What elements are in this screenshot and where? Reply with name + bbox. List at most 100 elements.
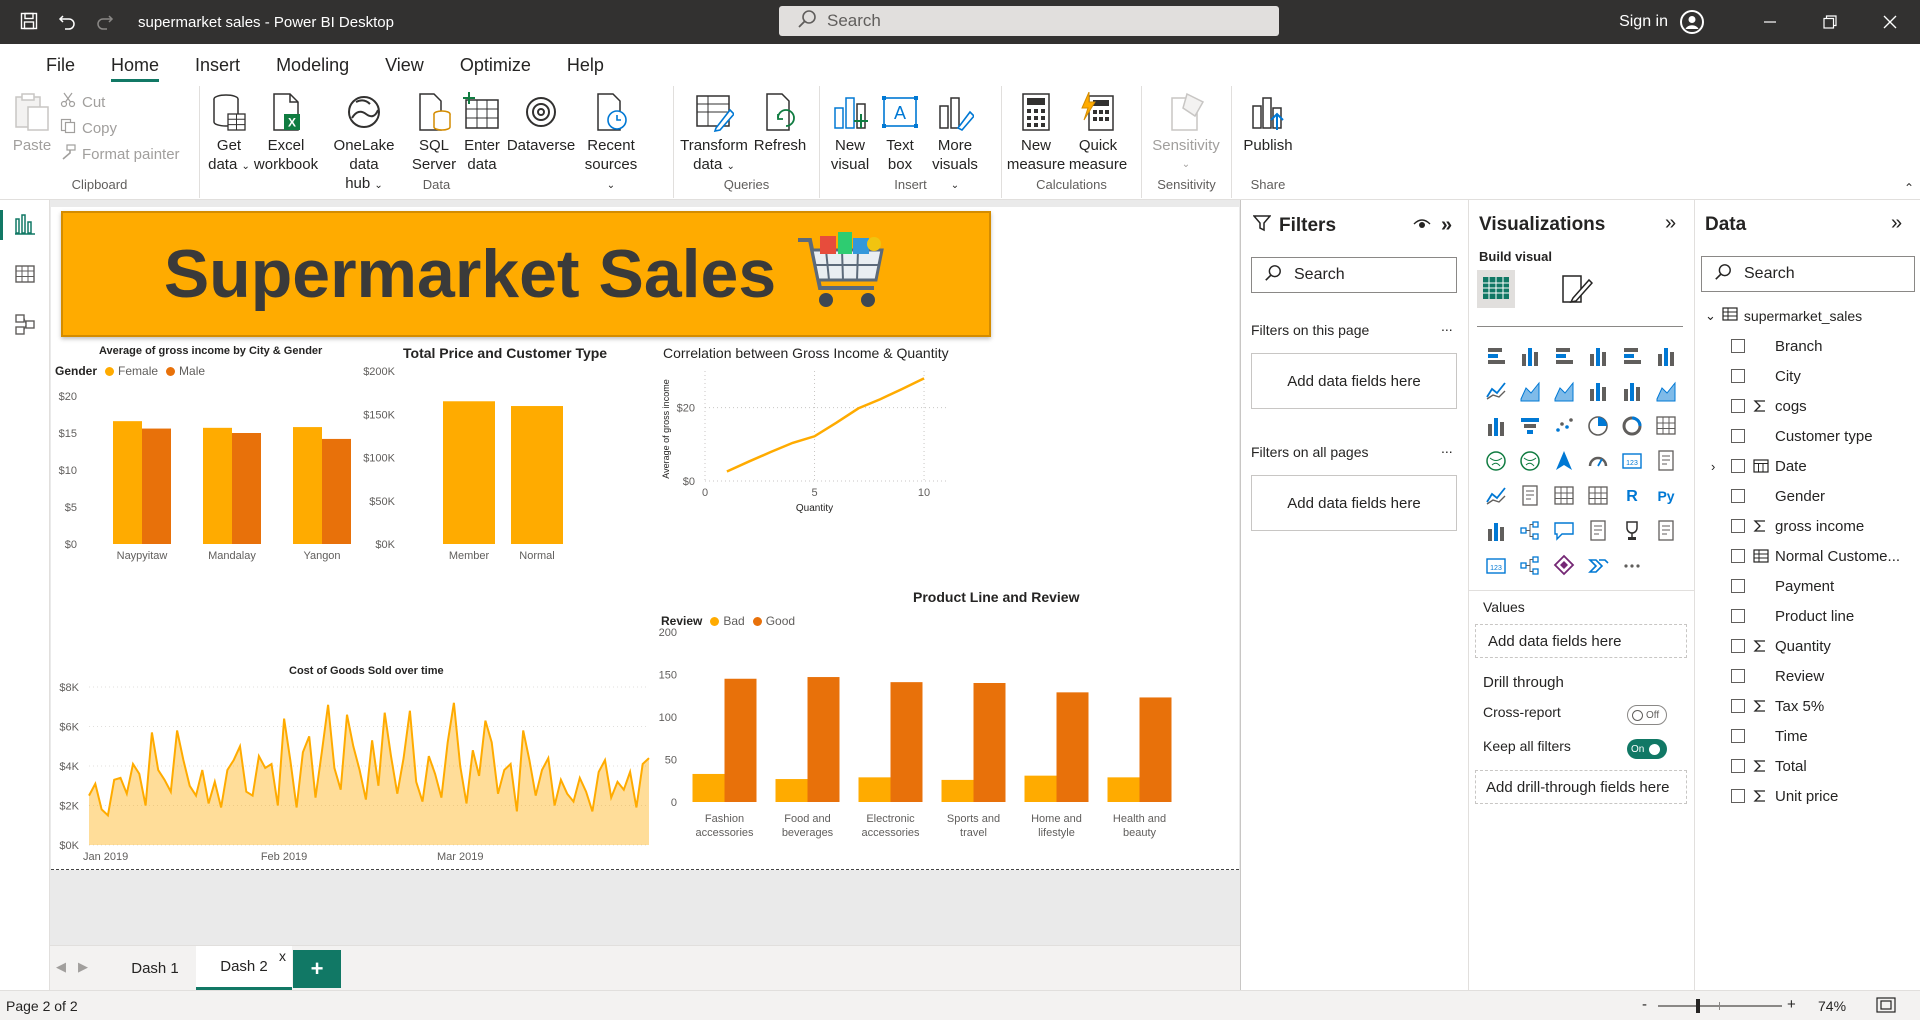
tab-optimize[interactable]: Optimize — [442, 44, 549, 86]
viz-type-area-icon[interactable] — [1513, 373, 1547, 408]
visual-product-review[interactable]: Product Line and Review Review Bad Good … — [659, 589, 1239, 867]
zoom-slider-thumb[interactable] — [1696, 999, 1700, 1013]
next-page-icon[interactable]: ▶ — [78, 959, 88, 975]
viz-type-paginated-icon[interactable] — [1649, 513, 1683, 548]
viz-type-line-column-icon[interactable] — [1581, 373, 1615, 408]
visual-total-price[interactable]: Total Price and Customer Type $200K $150K… — [355, 345, 663, 571]
global-search[interactable]: Search — [779, 6, 1279, 36]
field-unit-price[interactable]: Unit price — [1695, 781, 1920, 811]
undo-icon[interactable] — [58, 12, 76, 33]
field-checkbox[interactable] — [1731, 789, 1745, 803]
copy-button[interactable]: Copy — [60, 118, 180, 138]
filters-on-all-more[interactable]: ... — [1441, 440, 1453, 456]
viz-type-power-automate-alt-icon[interactable] — [1581, 548, 1615, 583]
sign-in-link[interactable]: Sign in — [1619, 13, 1668, 31]
visual-cogs[interactable]: Cost of Goods Sold over time $8K $6K $4K $2… — [55, 665, 655, 867]
field-checkbox[interactable] — [1731, 549, 1745, 563]
field-tax-5[interactable]: Tax 5% — [1695, 691, 1920, 721]
field-gender[interactable]: Gender — [1695, 481, 1920, 511]
viz-type-funnel-icon[interactable] — [1513, 408, 1547, 443]
viz-type-multi-row-card-icon[interactable] — [1649, 443, 1683, 478]
viz-type-azure-map-icon[interactable] — [1547, 443, 1581, 478]
values-dropzone[interactable]: Add data fields here — [1475, 624, 1687, 658]
field-checkbox[interactable] — [1731, 639, 1745, 653]
cut-button[interactable]: Cut — [60, 92, 180, 112]
viz-type-map-icon[interactable] — [1479, 443, 1513, 478]
page-tab-dash-1[interactable]: Dash 1 — [110, 946, 200, 990]
field-checkbox[interactable] — [1731, 489, 1745, 503]
add-page-button[interactable]: + — [293, 950, 341, 988]
field-payment[interactable]: Payment — [1695, 571, 1920, 601]
viz-type-line-clustered-icon[interactable] — [1615, 373, 1649, 408]
viz-type-table-icon[interactable] — [1547, 478, 1581, 513]
viz-type-python-visual-icon[interactable]: Py — [1649, 478, 1683, 513]
collapse-ribbon-icon[interactable]: ⌃ — [1904, 181, 1914, 195]
field-customer-type[interactable]: Customer type — [1695, 421, 1920, 451]
field-branch[interactable]: Branch — [1695, 331, 1920, 361]
field-checkbox[interactable] — [1731, 609, 1745, 623]
viz-type-smart-narrative-icon[interactable] — [1581, 513, 1615, 548]
field-gross-income[interactable]: gross income — [1695, 511, 1920, 541]
viz-type-power-apps-icon[interactable]: 123 — [1479, 548, 1513, 583]
viz-type-donut-icon[interactable] — [1615, 408, 1649, 443]
viz-type-waterfall-icon[interactable] — [1479, 408, 1513, 443]
field-product-line[interactable]: Product line — [1695, 601, 1920, 631]
field-total[interactable]: Total — [1695, 751, 1920, 781]
viz-type-stacked-column-icon[interactable] — [1513, 338, 1547, 373]
field-review[interactable]: Review — [1695, 661, 1920, 691]
viz-type-treemap-icon[interactable] — [1649, 408, 1683, 443]
filters-on-all-dropzone[interactable]: Add data fields here — [1251, 475, 1457, 531]
filters-on-page-more[interactable]: ... — [1441, 318, 1453, 334]
viz-type-matrix-icon[interactable] — [1581, 478, 1615, 513]
format-painter-button[interactable]: Format painter — [60, 144, 180, 164]
viz-type-key-influencers-icon[interactable] — [1479, 513, 1513, 548]
title-banner[interactable]: Supermarket Sales — [61, 211, 991, 337]
field-checkbox[interactable] — [1731, 429, 1745, 443]
field-checkbox[interactable] — [1731, 699, 1745, 713]
minimize-button[interactable] — [1740, 0, 1800, 44]
viz-type-goals-icon[interactable] — [1615, 513, 1649, 548]
viz-type-filled-map-icon[interactable] — [1513, 443, 1547, 478]
viz-type-100-column-icon[interactable] — [1649, 338, 1683, 373]
collapse-data-icon[interactable]: » — [1891, 212, 1902, 235]
field-checkbox[interactable] — [1731, 729, 1745, 743]
viz-type-clustered-column-icon[interactable] — [1581, 338, 1615, 373]
field-normal-custome[interactable]: Normal Custome... — [1695, 541, 1920, 571]
viz-type-stacked-bar-icon[interactable] — [1479, 338, 1513, 373]
data-search-input[interactable]: Search — [1701, 256, 1915, 292]
table-node-supermarket-sales[interactable]: ⌄ supermarket_sales — [1695, 301, 1920, 331]
viz-type-scatter-icon[interactable] — [1547, 408, 1581, 443]
field-checkbox[interactable] — [1731, 579, 1745, 593]
field-city[interactable]: City — [1695, 361, 1920, 391]
viz-type-pie-icon[interactable] — [1581, 408, 1615, 443]
viz-type-card-icon[interactable]: 123 — [1615, 443, 1649, 478]
field-date[interactable]: › Date — [1695, 451, 1920, 481]
format-visual-tab[interactable] — [1559, 272, 1594, 309]
field-checkbox[interactable] — [1731, 669, 1745, 683]
model-view-button[interactable] — [0, 300, 50, 350]
viz-type-more-icon[interactable] — [1615, 548, 1649, 583]
page-tab-dash-2[interactable]: Dash 2 — [196, 946, 292, 990]
viz-type-power-apps-alt-icon[interactable] — [1547, 548, 1581, 583]
keep-filters-toggle[interactable]: On — [1627, 739, 1667, 759]
viz-type-ribbon-icon[interactable] — [1649, 373, 1683, 408]
zoom-slider[interactable] — [1658, 999, 1782, 1013]
viz-type-clustered-bar-icon[interactable] — [1547, 338, 1581, 373]
tab-help[interactable]: Help — [549, 44, 622, 86]
viz-type-decomposition-tree-icon[interactable] — [1513, 513, 1547, 548]
viz-type-stacked-area-icon[interactable] — [1547, 373, 1581, 408]
field-checkbox[interactable] — [1731, 399, 1745, 413]
field-checkbox[interactable] — [1731, 519, 1745, 533]
viz-type-line-icon[interactable] — [1479, 373, 1513, 408]
field-time[interactable]: Time — [1695, 721, 1920, 751]
filters-on-page-dropzone[interactable]: Add data fields here — [1251, 353, 1457, 409]
fit-to-page-icon[interactable] — [1876, 997, 1896, 1016]
chevron-right-icon[interactable]: › — [1711, 459, 1715, 474]
collapse-filters-icon[interactable]: » — [1441, 214, 1452, 237]
visual-correlation[interactable]: Correlation between Gross Income & Quant… — [659, 345, 1039, 545]
tab-modeling[interactable]: Modeling — [258, 44, 367, 86]
tab-insert[interactable]: Insert — [177, 44, 258, 86]
field-checkbox[interactable] — [1731, 759, 1745, 773]
redo-icon[interactable] — [96, 12, 114, 33]
viz-type-r-visual-icon[interactable]: R — [1615, 478, 1649, 513]
